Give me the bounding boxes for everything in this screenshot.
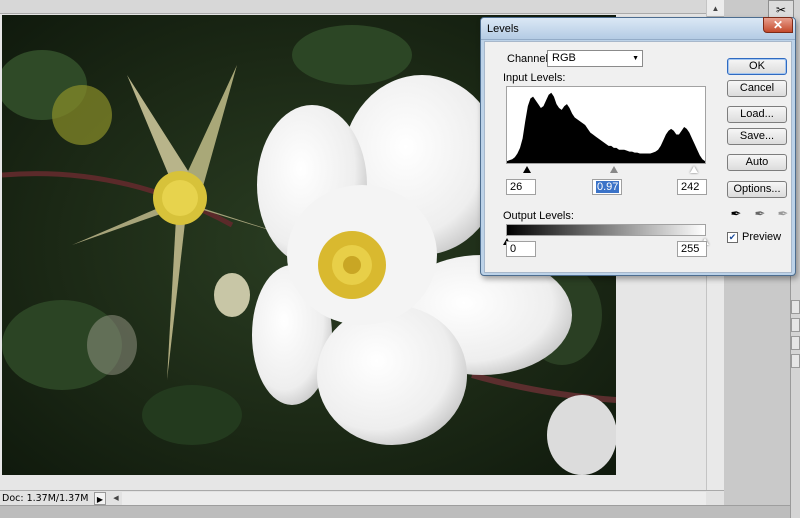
document-title-strip — [0, 0, 706, 14]
gray-eyedropper-icon[interactable]: ✒ — [753, 206, 767, 222]
channel-dropdown[interactable]: RGB ▼ — [547, 50, 643, 67]
dialog-title: Levels — [487, 23, 519, 35]
palette-tab[interactable] — [791, 336, 800, 350]
white-eyedropper-icon[interactable]: ✒ — [776, 206, 790, 222]
options-button[interactable]: Options... — [727, 181, 787, 198]
cancel-button[interactable]: Cancel — [727, 80, 787, 97]
white-point-slider-handle[interactable] — [690, 166, 698, 173]
status-bar: Doc: 1.37M/1.37M ▶ ◀ — [0, 490, 724, 505]
save-button[interactable]: Save... — [727, 128, 787, 145]
gamma-slider-handle[interactable] — [610, 166, 618, 173]
scroll-left-arrow-icon[interactable]: ◀ — [110, 492, 122, 505]
histogram — [506, 86, 706, 164]
palette-tab[interactable] — [791, 318, 800, 332]
output-black-field[interactable]: 0 — [506, 241, 536, 257]
output-levels-label: Output Levels: — [503, 210, 574, 222]
palette-tab[interactable] — [791, 300, 800, 314]
black-eyedropper-icon[interactable]: ✒ — [729, 206, 743, 222]
horizontal-scrollbar[interactable] — [122, 491, 706, 505]
close-icon[interactable]: ✕ — [763, 17, 793, 33]
taskbar-strip — [0, 505, 800, 518]
load-button[interactable]: Load... — [727, 106, 787, 123]
input-gamma-value: 0.97 — [596, 181, 620, 193]
input-white-field[interactable]: 242 — [677, 179, 707, 195]
output-levels-slider[interactable] — [503, 238, 709, 247]
dialog-body: Channel: RGB ▼ Input Levels: 26 0.97 242… — [484, 41, 792, 273]
channel-label: Channel: — [507, 53, 552, 65]
output-gradient-bar — [506, 224, 706, 236]
preview-label: Preview — [742, 231, 782, 243]
output-white-field[interactable]: 255 — [677, 241, 707, 257]
chevron-down-icon: ▼ — [632, 55, 639, 62]
input-black-field[interactable]: 26 — [506, 179, 536, 195]
palette-tab[interactable] — [791, 354, 800, 368]
input-levels-slider[interactable] — [506, 166, 706, 176]
input-levels-label: Input Levels: — [503, 72, 566, 84]
levels-dialog: Levels ✕ Channel: RGB ▼ Input Levels: 26… — [480, 17, 796, 276]
auto-button[interactable]: Auto — [727, 154, 787, 171]
triangle-right-icon[interactable]: ▶ — [94, 491, 106, 505]
channel-value: RGB — [552, 52, 576, 64]
ok-button[interactable]: OK — [727, 58, 787, 75]
histogram-shape — [507, 92, 705, 163]
scroll-up-arrow-icon[interactable]: ▲ — [707, 0, 724, 17]
preview-checkbox[interactable]: ✔ — [727, 232, 738, 243]
input-gamma-field[interactable]: 0.97 — [592, 179, 622, 195]
document-info-text: Doc: 1.37M/1.37M — [2, 492, 89, 504]
black-point-slider-handle[interactable] — [523, 166, 531, 173]
dialog-title-bar[interactable]: Levels ✕ — [481, 17, 795, 40]
